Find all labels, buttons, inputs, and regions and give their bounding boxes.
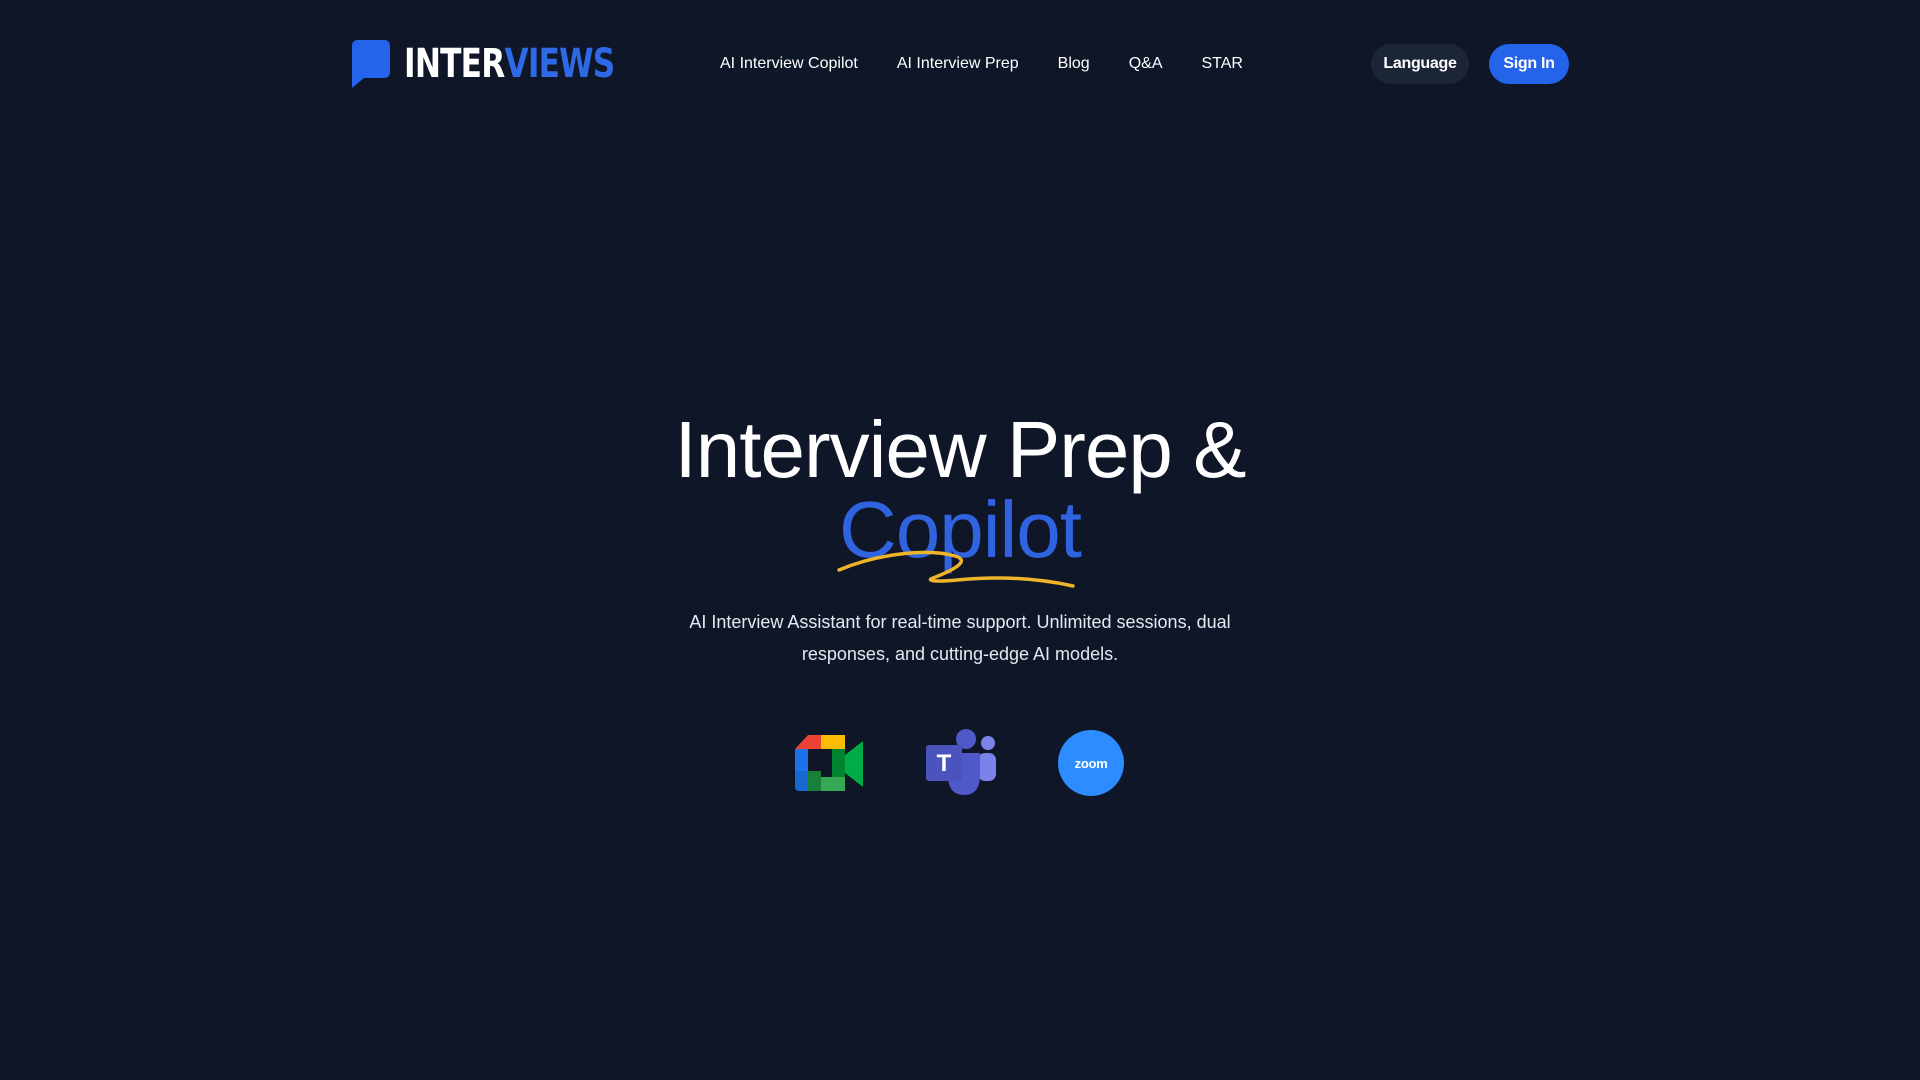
hero-subtitle: AI Interview Assistant for real-time sup… [689,612,1231,664]
nav-blog[interactable]: Blog [1058,52,1090,76]
hero-title-accent: Copilot [838,485,1082,574]
nav-star[interactable]: STAR [1202,52,1243,76]
zoom-icon: zoom [1058,729,1128,797]
language-button[interactable]: Language [1371,44,1469,84]
svg-text:T: T [937,750,952,777]
zoom-logo-text: zoom [1058,730,1124,796]
hero-accent-wrap: Copilot [837,490,1082,588]
logo-link[interactable]: INTERVIEWS [350,38,674,90]
site-header: INTERVIEWS AI Interview Copilot AI Inter… [0,0,1920,128]
speech-bubble-logo-icon [352,40,390,88]
hero-section: Interview Prep & Copilot AI Interview As… [0,410,1920,670]
nav-ai-interview-copilot[interactable]: AI Interview Copilot [720,52,858,76]
microsoft-teams-icon: T [926,729,996,797]
platform-logos: T zoom [0,729,1920,797]
nav-qa[interactable]: Q&A [1129,52,1163,76]
sign-in-button[interactable]: Sign In [1489,44,1569,84]
logo-wordmark: INTERVIEWS [404,41,615,87]
google-meet-icon [795,729,865,797]
main-nav: AI Interview Copilot AI Interview Prep B… [720,52,1243,76]
hero-title: Interview Prep & [674,405,1247,494]
nav-ai-interview-prep[interactable]: AI Interview Prep [897,52,1019,76]
